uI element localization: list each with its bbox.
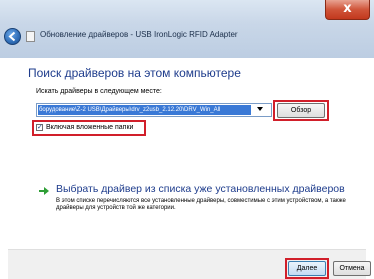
window-title: Обновление драйверов - USB IronLogic RFI… xyxy=(40,30,238,39)
page-heading: Поиск драйверов на этом компьютере xyxy=(28,66,241,80)
device-icon xyxy=(26,31,35,42)
arrow-left-icon xyxy=(8,31,16,42)
content-panel xyxy=(8,58,366,249)
next-highlight xyxy=(285,258,329,279)
green-arrow-icon xyxy=(39,187,49,195)
pick-driver-description: В этом списке перечисляются все установл… xyxy=(56,198,346,211)
chevron-down-icon[interactable] xyxy=(257,107,263,111)
pick-driver-link[interactable]: Выбрать драйвер из списка уже установлен… xyxy=(56,183,345,195)
cancel-button[interactable]: Отмена xyxy=(333,261,371,276)
path-combobox[interactable]: борудование\Z-2 USB\Драйверы\drv_z2usb_2… xyxy=(36,103,272,117)
back-button[interactable] xyxy=(4,28,21,45)
close-button[interactable]: x xyxy=(325,0,370,20)
browse-highlight xyxy=(273,100,329,121)
search-location-label: Искать драйверы в следующем месте: xyxy=(36,88,162,95)
checkbox-highlight xyxy=(32,120,146,136)
title-bar xyxy=(0,0,374,58)
path-value[interactable]: борудование\Z-2 USB\Драйверы\drv_z2usb_2… xyxy=(38,105,251,115)
